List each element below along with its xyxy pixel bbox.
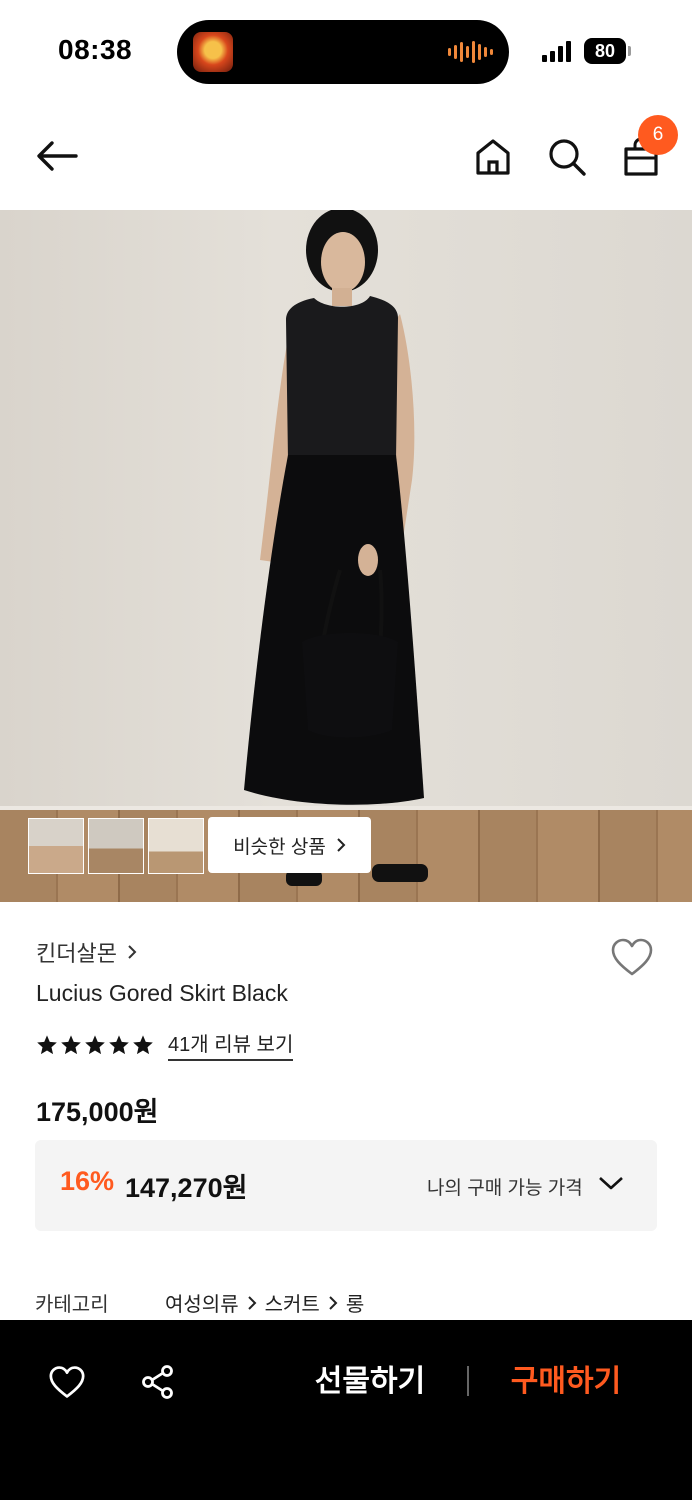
brand-name: 킨더살몬	[36, 941, 117, 966]
chevron-right-icon	[337, 838, 346, 852]
star-icon	[133, 1034, 153, 1054]
battery-level: 80	[584, 38, 626, 64]
bottom-wishlist-button[interactable]	[44, 1360, 90, 1404]
chevron-down-icon	[599, 1177, 623, 1190]
category-breadcrumb: 여성의류 스커트 롱	[165, 1288, 364, 1317]
discount-price: 147,270원	[125, 1173, 248, 1203]
rating-row: 41개 리뷰 보기	[36, 1028, 294, 1061]
bottom-action-bar: 선물하기 구매하기	[0, 1320, 692, 1500]
original-price: 175,000원	[36, 1097, 159, 1127]
chevron-right-icon	[247, 1295, 257, 1310]
thumbnail-1[interactable]	[28, 818, 84, 874]
search-icon	[549, 139, 586, 176]
thumbnail-3[interactable]	[148, 818, 204, 874]
thumbnail-strip	[28, 818, 204, 874]
home-button[interactable]	[470, 134, 516, 180]
star-icon	[61, 1034, 81, 1054]
cellular-signal-icon	[542, 40, 571, 62]
category-row: 카테고리 여성의류 스커트 롱	[35, 1288, 364, 1317]
chevron-right-icon	[329, 1295, 338, 1310]
rating-stars	[36, 1034, 154, 1056]
dynamic-island[interactable]	[177, 20, 509, 84]
back-button[interactable]	[30, 134, 82, 178]
audio-waveform-icon	[448, 40, 493, 64]
category-label: 카테고리	[35, 1294, 109, 1316]
star-icon	[109, 1034, 129, 1054]
category-crumb-3[interactable]: 롱	[346, 1288, 364, 1317]
reviews-link[interactable]: 41개 리뷰 보기	[168, 1028, 294, 1061]
gift-button[interactable]: 선물하기	[300, 1360, 440, 1404]
home-icon	[476, 139, 510, 175]
wishlist-button[interactable]	[606, 933, 658, 981]
product-image[interactable]	[0, 210, 692, 902]
search-button[interactable]	[544, 134, 590, 180]
star-icon	[37, 1034, 57, 1054]
now-playing-artwork	[193, 32, 233, 72]
battery-cap	[628, 46, 631, 56]
category-crumb-1[interactable]: 여성의류	[165, 1288, 239, 1317]
thumbnail-2[interactable]	[88, 818, 144, 874]
discount-rate: 16%	[60, 1166, 115, 1196]
discount-price-panel[interactable]: 16% 147,270원 나의 구매 가능 가격	[35, 1140, 657, 1231]
buy-button[interactable]: 구매하기	[496, 1360, 636, 1404]
heart-icon	[611, 938, 653, 976]
star-icon	[85, 1034, 105, 1054]
product-title: Lucius Gored Skirt Black	[36, 980, 288, 1006]
model-figure	[244, 210, 428, 886]
bottom-divider	[467, 1366, 469, 1396]
heart-icon	[49, 1366, 85, 1398]
status-time: 08:38	[58, 34, 133, 65]
discount-label: 나의 구매 가능 가격	[427, 1178, 583, 1199]
brand-link[interactable]: 킨더살몬	[36, 936, 137, 968]
share-button[interactable]	[136, 1360, 180, 1404]
similar-products-button[interactable]: 비슷한 상품	[208, 817, 371, 873]
similar-products-label: 비슷한 상품	[233, 836, 326, 858]
share-icon	[142, 1365, 173, 1399]
back-arrow-icon	[37, 141, 78, 171]
category-crumb-2[interactable]: 스커트	[265, 1288, 320, 1317]
status-bar: 08:38 80	[0, 0, 692, 100]
cart-count-badge: 6	[638, 115, 678, 155]
chevron-right-icon	[128, 945, 137, 959]
